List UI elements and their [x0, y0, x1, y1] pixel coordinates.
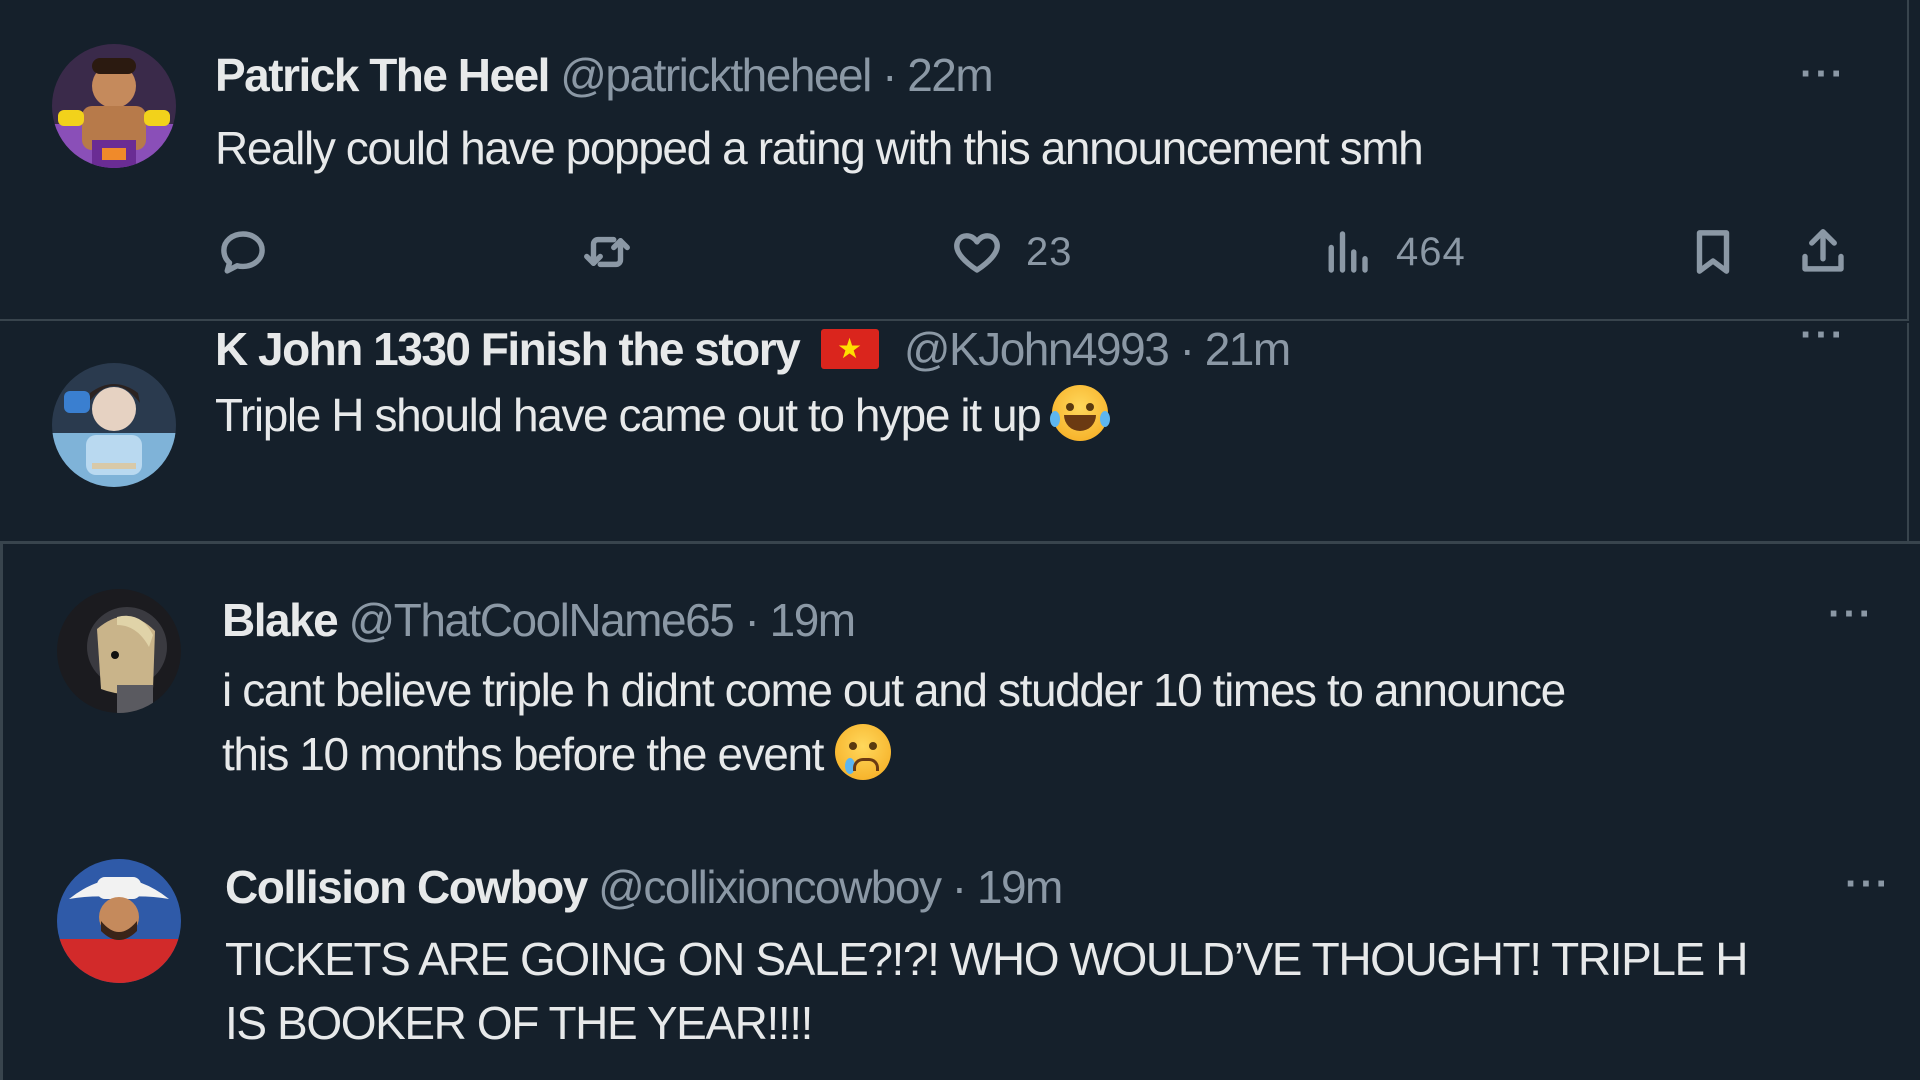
views-button[interactable]: 464	[1320, 222, 1466, 282]
heart-icon	[954, 233, 1000, 273]
tweet-header: Patrick The Heel @patricktheheel · 22m	[215, 45, 994, 105]
tweet-actions: 23 464	[216, 222, 1856, 282]
user-handle[interactable]: @KJohn4993	[904, 323, 1170, 375]
reply-feed: Patrick The Heel @patricktheheel · 22m ·…	[0, 0, 1920, 1080]
tweet-header: K John 1330 Finish the story @KJohn4993 …	[215, 319, 1291, 379]
more-options-icon[interactable]: ···	[1800, 54, 1846, 94]
share-button[interactable]	[1796, 222, 1850, 282]
timestamp[interactable]: 22m	[907, 49, 993, 101]
avatar[interactable]	[52, 44, 176, 168]
reply-button[interactable]	[216, 222, 270, 282]
like-count: 23	[1026, 229, 1073, 274]
tweet-text-line: this 10 months before the event	[222, 722, 1565, 786]
tweet-collision-cowboy[interactable]: Collision Cowboy @collixioncowboy · 19m …	[0, 814, 1920, 1080]
vietnam-flag-icon	[820, 329, 879, 369]
user-handle[interactable]: @ThatCoolName65	[349, 594, 735, 646]
tweet-kjohn[interactable]: K John 1330 Finish the story @KJohn4993 …	[0, 315, 1909, 541]
user-handle[interactable]: @patricktheheel	[560, 49, 872, 101]
tweet-text: Triple H should have came out to hype it…	[215, 389, 1042, 441]
tweet-header: Blake @ThatCoolName65 · 19m	[222, 590, 856, 650]
tweet-text: i cant believe triple h didnt come out a…	[222, 658, 1566, 786]
separator-dot: ·	[882, 49, 897, 101]
tweet-text-line: IS BOOKER OF THE YEAR!!!!	[225, 997, 813, 1049]
timestamp[interactable]: 21m	[1205, 323, 1291, 375]
more-options-icon[interactable]: ···	[1828, 594, 1874, 634]
tweet-text: Really could have popped a rating with t…	[215, 122, 1424, 174]
tweet-blake[interactable]: Blake @ThatCoolName65 · 19m ··· i cant b…	[0, 544, 1920, 814]
tweet-text-line: i cant believe triple h didnt come out a…	[222, 664, 1566, 716]
bookmark-icon	[1696, 230, 1730, 274]
more-options-icon[interactable]: ···	[1845, 864, 1891, 904]
display-name[interactable]: Patrick The Heel	[215, 49, 550, 101]
crying-face-emoji-icon	[835, 724, 892, 780]
retweet-button[interactable]	[580, 222, 634, 282]
reply-icon	[221, 231, 265, 274]
separator-dot: ·	[744, 594, 760, 646]
avatar[interactable]	[57, 859, 181, 983]
tweet-text: TICKETS ARE GOING ON SALE?!?! WHO WOULD’…	[225, 927, 1748, 1055]
separator-dot: ·	[951, 861, 967, 913]
retweet-icon	[584, 236, 630, 268]
tweet-text-row: Triple H should have came out to hype it…	[215, 383, 1111, 447]
separator-dot: ·	[1179, 323, 1195, 375]
views-count: 464	[1396, 229, 1466, 274]
avatar[interactable]	[52, 363, 176, 487]
display-name[interactable]: Blake	[222, 594, 339, 646]
laughing-crying-emoji-icon	[1050, 385, 1111, 441]
timestamp[interactable]: 19m	[770, 594, 856, 646]
display-name[interactable]: Collision Cowboy	[225, 861, 588, 913]
timestamp[interactable]: 19m	[977, 861, 1063, 913]
more-options-icon[interactable]: ···	[1800, 315, 1846, 355]
avatar[interactable]	[57, 589, 181, 713]
bookmark-button[interactable]	[1686, 222, 1740, 282]
tweet-text-line-content: this 10 months before the event	[222, 728, 824, 780]
views-chart-icon	[1328, 231, 1368, 273]
share-icon	[1802, 229, 1844, 272]
tweet-header: Collision Cowboy @collixioncowboy · 19m	[225, 857, 1063, 917]
user-handle[interactable]: @collixioncowboy	[598, 861, 942, 913]
tweet-patrick[interactable]: Patrick The Heel @patricktheheel · 22m ·…	[0, 0, 1909, 321]
like-button[interactable]: 23	[950, 222, 1073, 282]
tweet-text-line: TICKETS ARE GOING ON SALE?!?! WHO WOULD’…	[225, 933, 1748, 985]
display-name[interactable]: K John 1330 Finish the story	[215, 323, 801, 375]
